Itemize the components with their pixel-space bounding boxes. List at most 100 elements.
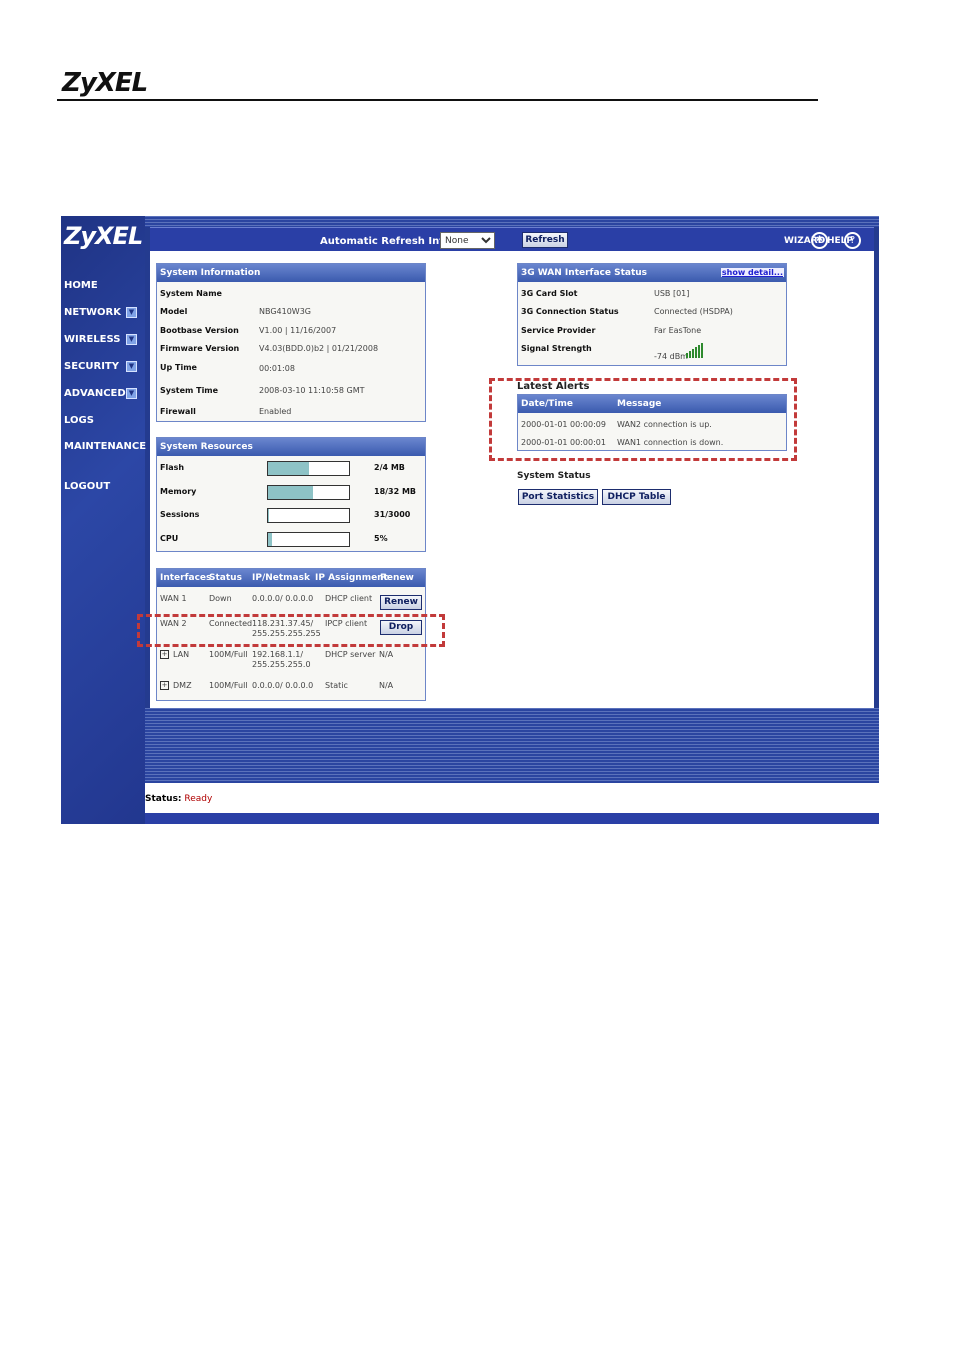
expand-plus-icon[interactable]: +	[160, 650, 169, 659]
flash-usage-bar	[267, 461, 350, 476]
resource-label: Memory	[160, 487, 197, 496]
system-info-panel: System Information System Name Model NBG…	[156, 263, 426, 422]
wan3g-value: -74 dBm	[654, 352, 688, 361]
col-status: Status	[209, 573, 242, 583]
info-label: System Time	[160, 386, 219, 395]
sidebar-item-logs[interactable]: LOGS	[64, 415, 94, 426]
system-resources-title: System Resources	[157, 438, 425, 456]
top-toolbar: Automatic Refresh Interval None Refresh …	[150, 227, 874, 252]
alerts-highlight-box	[489, 378, 797, 461]
expand-plus-icon[interactable]: +	[160, 681, 169, 690]
wan3g-label: 3G Card Slot	[521, 289, 578, 298]
sidebar-item-home[interactable]: HOME	[64, 280, 98, 291]
interface-name-dmz: + DMZ	[160, 681, 192, 690]
col-ip-netmask: IP/Netmask	[252, 573, 310, 583]
interface-assignment: DHCP server	[325, 650, 376, 659]
help-icon[interactable]: ?	[844, 232, 861, 249]
interface-status: 100M/Full	[209, 681, 248, 690]
info-value: Enabled	[259, 407, 292, 416]
sidebar: ZyXEL HOME NETWORK ▼ WIRELESS ▼ SECURITY…	[61, 216, 146, 824]
system-status-title: System Status	[517, 471, 591, 481]
info-value: 00:01:08	[259, 364, 295, 373]
status-text: Status: Ready	[145, 794, 213, 804]
sidebar-item-maintenance[interactable]: MAINTENANCE	[64, 441, 146, 452]
interface-name: WAN 1	[160, 594, 187, 603]
dhcp-table-button[interactable]: DHCP Table	[602, 489, 671, 505]
refresh-button[interactable]: Refresh	[522, 232, 568, 248]
wan3g-label: Signal Strength	[521, 344, 592, 353]
interface-assignment: Static	[325, 681, 348, 690]
interface-ip: 0.0.0.0/ 0.0.0.0	[252, 681, 314, 690]
bottom-line	[145, 813, 879, 824]
refresh-interval-select[interactable]: None	[440, 232, 495, 249]
interface-ip: 0.0.0.0/ 0.0.0.0	[252, 594, 314, 603]
info-label: Firmware Version	[160, 344, 240, 353]
status-bar: Status: Ready	[145, 783, 879, 813]
router-screenshot: ZyXEL HOME NETWORK ▼ WIRELESS ▼ SECURITY…	[61, 216, 879, 824]
resource-value: 2/4 MB	[374, 463, 405, 472]
interface-ip: 192.168.1.1/	[252, 650, 304, 659]
wan3g-value: Connected (HSDPA)	[654, 307, 733, 316]
interface-name: DMZ	[173, 681, 192, 690]
interface-name: LAN	[173, 650, 190, 659]
wan3g-value: USB [01]	[654, 289, 690, 298]
chevron-down-icon[interactable]: ▼	[126, 307, 137, 318]
bar-fill	[268, 462, 309, 475]
info-label: Bootbase Version	[160, 326, 239, 335]
wan2-highlight-box	[137, 614, 445, 647]
col-renew: Renew	[380, 573, 414, 583]
chevron-down-icon[interactable]: ▼	[126, 361, 137, 372]
info-value: V4.03(BDD.0)b2 | 01/21/2008	[259, 344, 379, 353]
sessions-usage-bar	[267, 508, 350, 523]
system-info-title: System Information	[157, 264, 425, 282]
info-value: 2008-03-10 11:10:58 GMT	[259, 386, 365, 395]
col-ip-assignment: IP Assignment	[315, 573, 388, 583]
wizard-icon[interactable]: ✱	[811, 232, 828, 249]
cpu-usage-bar	[267, 532, 350, 547]
interface-name-lan: + LAN	[160, 650, 189, 659]
interface-renew: N/A	[379, 650, 394, 659]
info-label: Firewall	[160, 407, 196, 416]
wan3g-label: Service Provider	[521, 326, 596, 335]
status-value: Ready	[184, 794, 213, 804]
bar-fill	[268, 486, 314, 499]
sidebar-item-security[interactable]: SECURITY	[64, 361, 119, 372]
sidebar-item-advanced[interactable]: ADVANCED	[64, 388, 126, 399]
renew-button[interactable]: Renew	[380, 595, 422, 610]
wan3g-value: Far EasTone	[654, 326, 702, 335]
info-label: System Name	[160, 289, 222, 298]
col-interfaces: Interfaces	[160, 573, 212, 583]
wan3g-label: 3G Connection Status	[521, 307, 619, 316]
bar-fill	[268, 533, 273, 546]
system-resources-panel: System Resources Flash 2/4 MB Memory 18/…	[156, 437, 426, 552]
interface-renew: N/A	[379, 681, 394, 690]
interface-netmask: 255.255.255.0	[252, 660, 311, 669]
resource-value: 5%	[374, 534, 388, 543]
resource-value: 31/3000	[374, 510, 411, 519]
sidebar-item-logout[interactable]: LOGOUT	[64, 481, 110, 492]
chevron-down-icon[interactable]: ▼	[126, 334, 137, 345]
footer-stripe	[145, 708, 879, 783]
header-stripe	[145, 216, 879, 227]
wan3g-panel: 3G WAN Interface Status show detail... 3…	[517, 263, 787, 366]
sidebar-item-wireless[interactable]: WIRELESS	[64, 334, 120, 345]
interface-status: 100M/Full	[209, 650, 248, 659]
info-label: Model	[160, 307, 188, 316]
resource-label: CPU	[160, 534, 179, 543]
interfaces-header: Interfaces Status IP/Netmask IP Assignme…	[157, 569, 425, 587]
document-header-logo: ZyXEL	[62, 68, 148, 98]
info-value: V1.00 | 11/16/2007	[259, 326, 337, 335]
show-detail-link[interactable]: show detail...	[720, 268, 784, 277]
chevron-down-icon[interactable]: ▼	[126, 388, 137, 399]
interface-status: Down	[209, 594, 232, 603]
sidebar-item-network[interactable]: NETWORK	[64, 307, 121, 318]
sidebar-logo: ZyXEL	[64, 222, 143, 250]
resource-label: Sessions	[160, 510, 200, 519]
port-statistics-button[interactable]: Port Statistics	[518, 489, 598, 505]
signal-strength-icon	[686, 342, 703, 358]
info-value: NBG410W3G	[259, 307, 311, 316]
info-label: Up Time	[160, 363, 197, 372]
interface-assignment: DHCP client	[325, 594, 373, 603]
memory-usage-bar	[267, 485, 350, 500]
bar-fill	[268, 509, 269, 522]
